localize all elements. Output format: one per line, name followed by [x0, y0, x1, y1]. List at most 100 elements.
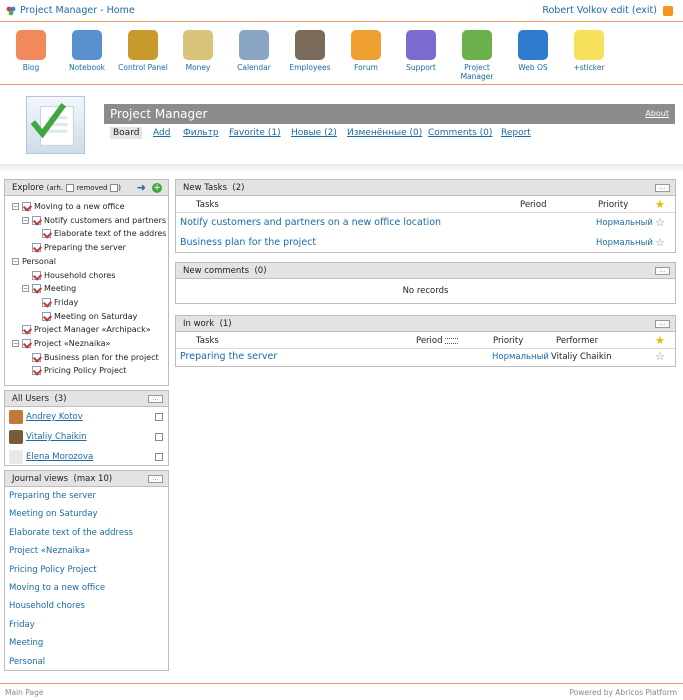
user-name-link[interactable]: Vitaliy Chaikin	[26, 432, 87, 442]
journal-menu-button[interactable]: ...	[148, 475, 163, 483]
priority-value: Нормальный	[596, 218, 653, 228]
task-icon	[22, 325, 31, 335]
tree-toggle[interactable]: −	[12, 257, 19, 265]
app-sticker[interactable]: +sticker	[558, 30, 620, 72]
task-link[interactable]: Business plan for the project	[180, 237, 316, 248]
tree-item[interactable]: Preparing the server	[32, 242, 126, 253]
tree-item[interactable]: Notify customers and partners	[32, 215, 166, 226]
period-calendar-icon[interactable]	[445, 338, 458, 344]
main-page-link[interactable]: Main Page	[5, 688, 43, 697]
task-icon	[42, 297, 51, 307]
nav-0[interactable]: Board	[110, 127, 143, 139]
task-link[interactable]: Notify customers and partners on a new o…	[180, 217, 441, 228]
priority-value: Нормальный	[492, 352, 549, 362]
user-name-link[interactable]: Elena Morozova	[26, 452, 93, 462]
in-work-panel: In work (1) ... Tasks Period Priority Pe…	[175, 315, 676, 367]
archive-checkbox[interactable]	[65, 183, 74, 192]
new-tasks-menu-button[interactable]: ...	[655, 184, 670, 192]
tree-item-label: Pricing Policy Project	[44, 366, 127, 376]
tree-toggle[interactable]: −	[12, 340, 19, 347]
money-icon	[183, 30, 213, 60]
new-comments-menu-button[interactable]: ...	[655, 267, 670, 275]
tree-item[interactable]: Pricing Policy Project	[32, 365, 126, 376]
nav-5[interactable]: Изменённые (0)	[347, 128, 422, 138]
journal-item[interactable]: Pricing Policy Project	[9, 565, 97, 575]
star-icon[interactable]: ☆	[655, 217, 665, 228]
journal-item[interactable]: Household chores	[9, 601, 85, 611]
journal-item[interactable]: Meeting	[9, 638, 43, 648]
star-icon[interactable]: ☆	[655, 351, 665, 362]
table-row: Business plan for the project Нормальный ☆	[176, 233, 675, 253]
top-bar: Project Manager - Home Robert Volkov edi…	[0, 0, 683, 22]
journal-item[interactable]: Friday	[9, 620, 35, 630]
journal-item[interactable]: Meeting on Saturday	[9, 509, 98, 519]
page-title-link[interactable]: Project Manager - Home	[20, 5, 135, 16]
tree-item[interactable]: Elaborate text of the addres	[42, 228, 166, 239]
add-icon[interactable]: +	[152, 183, 162, 193]
star-icon[interactable]: ☆	[655, 237, 665, 248]
tree-toggle[interactable]: −	[22, 285, 29, 293]
app-project-manager[interactable]: Project Manager	[446, 30, 508, 81]
in-work-count: (1)	[219, 319, 232, 329]
tree-item[interactable]: Moving to a new office	[22, 201, 125, 212]
app-blog[interactable]: Blog	[0, 30, 62, 72]
nav-2[interactable]: Фильтр	[183, 128, 219, 138]
journal-item[interactable]: Project «Neznaika»	[9, 546, 90, 556]
in-work-menu-button[interactable]: ...	[655, 320, 670, 328]
tree-item[interactable]: Project «Neznaika»	[22, 338, 110, 349]
user-checkbox[interactable]	[155, 413, 163, 421]
priority-value: Нормальный	[596, 238, 653, 248]
calendar-icon	[239, 30, 269, 60]
nav-3[interactable]: Favorite (1)	[229, 128, 281, 138]
app-notebook[interactable]: Notebook	[56, 30, 118, 72]
journal-item[interactable]: Personal	[9, 657, 45, 667]
users-menu-button[interactable]: ...	[148, 395, 163, 403]
task-icon	[32, 243, 41, 253]
app-label: Money	[185, 63, 211, 72]
app-support[interactable]: Support	[390, 30, 452, 72]
user-account-link[interactable]: Robert Volkov edit (exit)	[542, 5, 657, 16]
task-link[interactable]: Preparing the server	[180, 351, 277, 362]
tree-item-label: Meeting	[44, 284, 77, 294]
about-link[interactable]: About	[645, 109, 669, 118]
go-arrow-icon[interactable]: ➜	[137, 181, 146, 194]
user-checkbox[interactable]	[155, 453, 163, 461]
app-money[interactable]: Money	[167, 30, 229, 72]
journal-item[interactable]: Preparing the server	[9, 491, 96, 501]
powered-by-text: Powered by Abricos Platform	[569, 688, 677, 697]
journal-item[interactable]: Moving to a new office	[9, 583, 105, 593]
user-checkbox[interactable]	[155, 433, 163, 441]
app-forum[interactable]: Forum	[335, 30, 397, 72]
app-launcher: Blog Notebook Control Panel Money Calendar Em…	[0, 23, 683, 85]
rss-icon[interactable]	[663, 6, 673, 16]
nav-1[interactable]: Add	[153, 128, 170, 138]
user-name-link[interactable]: Andrey Kotov	[26, 412, 83, 422]
new-tasks-title: New Tasks	[183, 183, 228, 193]
favorite-star-icon: ★	[655, 334, 665, 347]
tree-item[interactable]: Meeting on Saturday	[42, 311, 137, 322]
tree-item[interactable]: Project Manager «Archipack»	[22, 324, 151, 335]
app-tools[interactable]: Control Panel	[112, 30, 174, 72]
app-label: Employees	[289, 63, 331, 72]
tree-item[interactable]: Friday	[42, 297, 78, 308]
tree-item[interactable]: Meeting	[32, 283, 76, 294]
nav-7[interactable]: Report	[501, 128, 531, 138]
nav-4[interactable]: Новые (2)	[291, 128, 337, 138]
app-label: Project Manager	[460, 63, 494, 81]
task-icon	[42, 311, 51, 321]
journal-item[interactable]: Elaborate text of the address	[9, 528, 133, 538]
tree-toggle[interactable]: −	[12, 203, 19, 210]
tree-item[interactable]: Personal	[22, 256, 56, 267]
employees-icon	[295, 30, 325, 60]
nav-6[interactable]: Comments (0)	[428, 128, 492, 138]
app-calendar[interactable]: Calendar	[223, 30, 285, 72]
tree-toggle[interactable]: −	[22, 216, 29, 224]
tree-item[interactable]: Business plan for the project	[32, 352, 159, 363]
app-employees[interactable]: Employees	[279, 30, 341, 72]
archive-label: (arh.	[46, 184, 64, 192]
tree-item[interactable]: Household chores	[32, 270, 115, 281]
app-label: Calendar	[237, 63, 271, 72]
app-label: Notebook	[68, 63, 106, 72]
removed-checkbox[interactable]	[110, 183, 119, 192]
app-webos[interactable]: Web OS	[502, 30, 564, 72]
